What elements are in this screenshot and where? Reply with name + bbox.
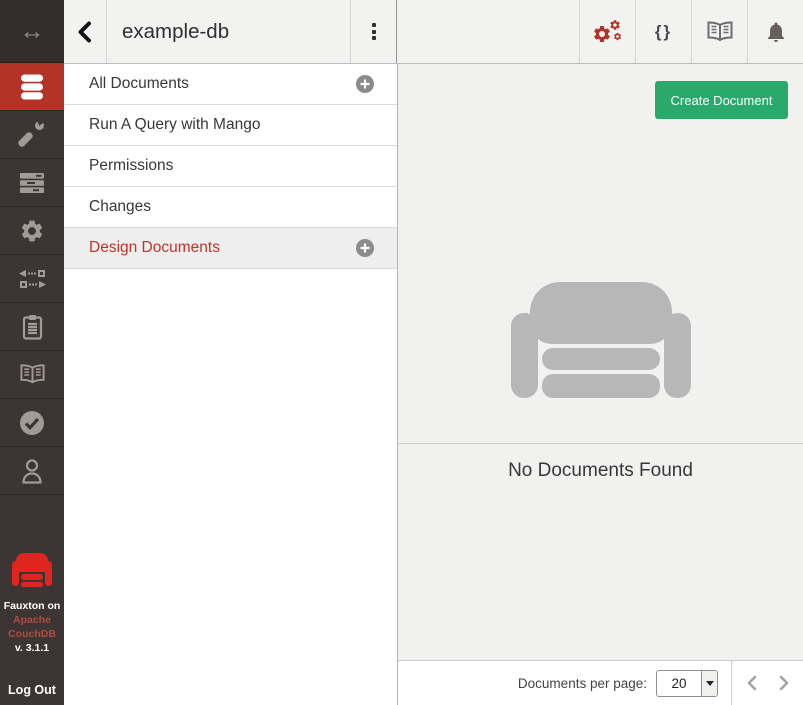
branding-line3: CouchDB: [0, 627, 64, 641]
chevron-left-icon: [76, 20, 94, 44]
notifications-bell-icon: [764, 20, 788, 44]
collapse-sidebar-button[interactable]: ↔: [0, 0, 64, 63]
servers-icon: [19, 172, 45, 194]
gears-icon: [592, 19, 624, 45]
next-page-button[interactable]: [778, 675, 790, 691]
results-footer: Documents per page: 20: [398, 660, 803, 705]
double-arrow-icon: ↔: [20, 17, 45, 46]
nav-item-changes[interactable]: Changes: [64, 187, 397, 228]
empty-couch-icon: [511, 282, 691, 398]
header-bar: example-db {}: [64, 0, 803, 64]
clipboard-icon: [22, 314, 43, 340]
couchdb-logo-icon: [12, 553, 52, 587]
empty-state-message: No Documents Found: [398, 460, 803, 482]
sidebar-item-documentation[interactable]: [0, 351, 64, 399]
docs-book-icon: [706, 21, 734, 43]
wrench-icon: [19, 121, 45, 148]
per-page-value: 20: [657, 671, 701, 696]
branding-version: v. 3.1.1: [0, 641, 64, 655]
chevron-right-icon: [778, 675, 790, 691]
nav-item-permissions[interactable]: Permissions: [64, 146, 397, 187]
add-document-icon[interactable]: [356, 75, 374, 93]
database-icon: [19, 74, 45, 100]
person-icon: [20, 458, 44, 484]
back-button[interactable]: [64, 0, 107, 63]
branding-line2: Apache: [0, 613, 64, 627]
add-design-doc-icon[interactable]: [356, 239, 374, 257]
nav-item-all-documents[interactable]: All Documents: [64, 64, 397, 105]
database-menu-button[interactable]: [350, 0, 397, 63]
database-subnav: All Documents Run A Query with Mango Per…: [64, 64, 398, 705]
check-circle-icon: [19, 410, 45, 436]
branding-line1: Fauxton on: [0, 599, 64, 613]
sidebar-item-activetasks-servers[interactable]: [0, 159, 64, 207]
per-page-select[interactable]: 20: [656, 670, 718, 697]
sidebar-item-account[interactable]: [0, 447, 64, 495]
chevron-left-icon: [746, 675, 758, 691]
header-spacer: [397, 0, 579, 63]
json-braces-icon: {}: [655, 22, 672, 42]
sidebar-item-replication[interactable]: [0, 255, 64, 303]
replication-icon: [19, 269, 46, 289]
fauxton-branding: Fauxton on Apache CouchDB v. 3.1.1: [0, 553, 64, 655]
nav-item-design-documents[interactable]: Design Documents: [64, 228, 397, 269]
previous-page-button[interactable]: [746, 675, 758, 691]
sidebar-item-verify[interactable]: [0, 399, 64, 447]
select-caret-icon: [701, 671, 717, 696]
book-icon: [19, 363, 46, 386]
json-view-button[interactable]: {}: [635, 0, 691, 63]
logout-button[interactable]: Log Out: [0, 683, 64, 697]
documentation-button[interactable]: [691, 0, 747, 63]
gear-icon: [19, 218, 45, 244]
create-document-button[interactable]: Create Document: [655, 81, 788, 119]
sidebar-item-config[interactable]: [0, 207, 64, 255]
primary-sidebar: ↔: [0, 0, 64, 705]
per-page-label: Documents per page:: [518, 676, 647, 691]
sidebar-item-setup[interactable]: [0, 111, 64, 159]
content-divider: [398, 443, 803, 444]
fauxton-app: ↔: [0, 0, 803, 705]
kebab-icon: [372, 23, 376, 27]
sidebar-item-databases[interactable]: [0, 63, 64, 111]
main-content: Create Document No Documents Found Docum…: [398, 64, 803, 705]
nav-item-mango-query[interactable]: Run A Query with Mango: [64, 105, 397, 146]
pagination: [731, 661, 803, 705]
sidebar-item-active-tasks[interactable]: [0, 303, 64, 351]
notifications-button[interactable]: [747, 0, 803, 63]
page-title: example-db: [107, 0, 350, 63]
api-url-button[interactable]: [579, 0, 635, 63]
